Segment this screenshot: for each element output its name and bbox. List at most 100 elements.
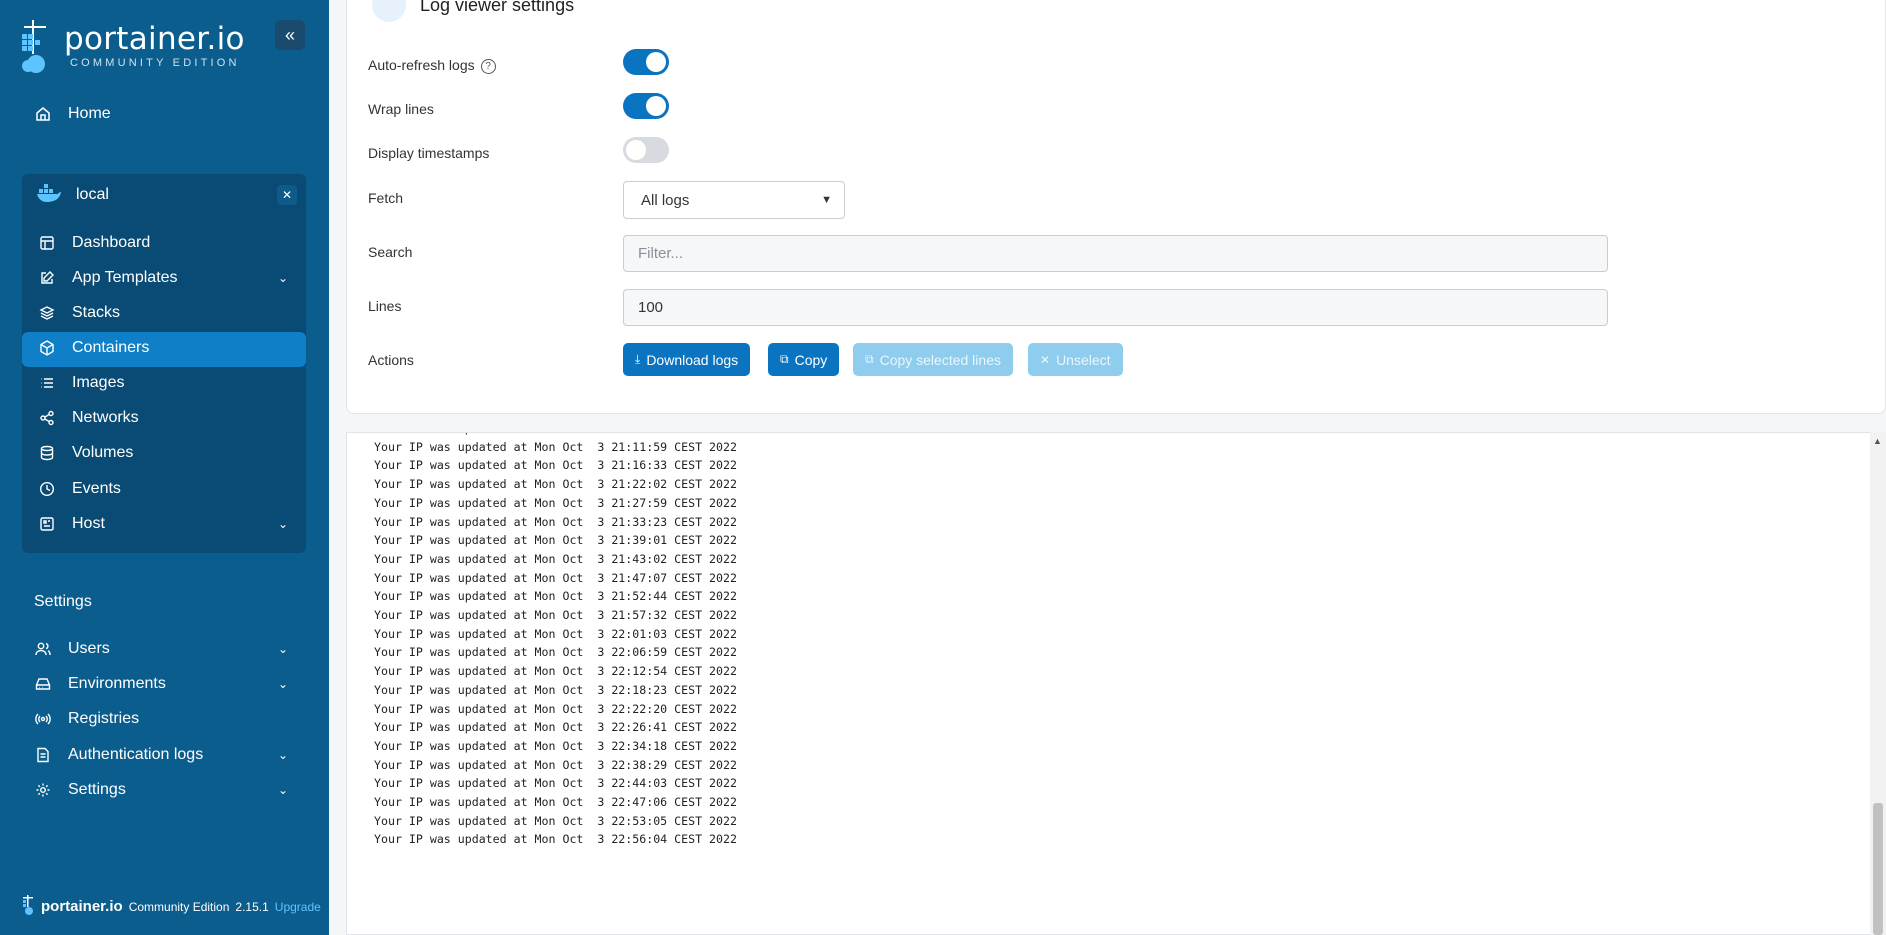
collapse-sidebar-button[interactable]: « (275, 20, 305, 50)
lines-input[interactable]: 100 (623, 289, 1608, 326)
download-icon: ⤓ (635, 352, 641, 366)
sidebar-item-label: App Templates (72, 269, 178, 286)
sidebar-item-home[interactable]: Home (34, 105, 111, 123)
share-icon (38, 409, 56, 427)
log-output[interactable]: Your IP was updated at Mon Oct 3 21:06:4… (346, 432, 1886, 935)
hdd-icon (34, 675, 52, 693)
lines-label: Lines (368, 298, 402, 314)
chevron-down-icon[interactable]: ⌄ (278, 677, 288, 691)
sidebar: portainer.io COMMUNITY EDITION « Home lo… (0, 0, 329, 935)
footer-brand: portainer.io (41, 898, 123, 915)
sidebar-item-app-templates[interactable]: App Templates (38, 269, 178, 287)
sidebar-item-images[interactable]: Images (38, 374, 124, 392)
sidebar-item-settings[interactable]: Settings (34, 781, 126, 799)
fetch-label: Fetch (368, 190, 404, 206)
copy-icon: ⧉ (865, 352, 874, 366)
home-icon (34, 105, 52, 123)
sidebar-item-label: Containers (72, 339, 150, 356)
log-line[interactable]: Your IP was updated at Mon Oct 3 22:56:0… (374, 830, 737, 849)
chevron-down-icon[interactable]: ⌄ (278, 783, 288, 797)
log-line[interactable]: Your IP was updated at Mon Oct 3 21:11:5… (374, 438, 737, 457)
toggle-knob (646, 96, 666, 116)
copy-button[interactable]: ⧉ Copy (768, 343, 840, 376)
sidebar-item-volumes[interactable]: Volumes (38, 444, 133, 462)
sidebar-item-registries[interactable]: Registries (34, 710, 139, 728)
log-line[interactable]: Your IP was updated at Mon Oct 3 22:01:0… (374, 625, 737, 644)
log-line[interactable]: Your IP was updated at Mon Oct 3 22:53:0… (374, 812, 737, 831)
log-line[interactable]: Your IP was updated at Mon Oct 3 21:06:4… (374, 433, 737, 438)
users-icon (34, 640, 52, 658)
copy-label: Copy (794, 351, 828, 368)
settings-section-title: Settings (34, 593, 92, 610)
log-line[interactable]: Your IP was updated at Mon Oct 3 21:47:0… (374, 569, 737, 588)
close-environment-button[interactable]: ✕ (277, 185, 297, 205)
portainer-small-logo-icon (22, 895, 36, 918)
sidebar-item-users[interactable]: Users (34, 640, 110, 658)
log-line[interactable]: Your IP was updated at Mon Oct 3 22:18:2… (374, 681, 737, 700)
log-line[interactable]: Your IP was updated at Mon Oct 3 21:57:3… (374, 606, 737, 625)
chevron-down-icon[interactable]: ⌄ (278, 642, 288, 656)
chevron-down-icon[interactable]: ⌄ (278, 271, 288, 285)
copy-icon: ⧉ (780, 352, 789, 366)
scroll-up-icon[interactable]: ▲ (1873, 436, 1882, 446)
log-line[interactable]: Your IP was updated at Mon Oct 3 21:39:0… (374, 531, 737, 550)
server-icon (38, 515, 56, 533)
sidebar-item-dashboard[interactable]: Dashboard (38, 234, 150, 252)
sidebar-item-label: Host (72, 515, 105, 532)
chevron-down-icon[interactable]: ⌄ (278, 748, 288, 762)
log-line[interactable]: Your IP was updated at Mon Oct 3 21:22:0… (374, 475, 737, 494)
log-line[interactable]: Your IP was updated at Mon Oct 3 22:47:0… (374, 793, 737, 812)
toggle-knob (646, 52, 666, 72)
scrollbar-thumb[interactable] (1873, 803, 1883, 935)
log-line[interactable]: Your IP was updated at Mon Oct 3 21:43:0… (374, 550, 737, 569)
footer-edition: Community Edition (128, 899, 230, 914)
lines-value: 100 (638, 299, 664, 316)
wrap-lines-toggle[interactable] (623, 93, 669, 119)
search-input[interactable]: Filter... (623, 235, 1608, 272)
unselect-button[interactable]: ✕ Unselect (1028, 343, 1123, 376)
environment-header: local (22, 174, 306, 216)
sidebar-item-label: Dashboard (72, 234, 151, 251)
sidebar-item-label: Authentication logs (68, 746, 204, 763)
chevron-down-icon[interactable]: ⌄ (278, 517, 288, 531)
sidebar-item-stacks[interactable]: Stacks (38, 304, 120, 322)
help-icon[interactable]: ? (480, 58, 496, 74)
sidebar-item-label: Settings (68, 781, 126, 798)
log-line[interactable]: Your IP was updated at Mon Oct 3 22:44:0… (374, 774, 737, 793)
sidebar-item-authentication-logs[interactable]: Authentication logs (34, 746, 203, 764)
fetch-select[interactable]: All logs ▼ (623, 181, 845, 219)
log-line[interactable]: Your IP was updated at Mon Oct 3 22:26:4… (374, 718, 737, 737)
log-line[interactable]: Your IP was updated at Mon Oct 3 22:12:5… (374, 662, 737, 681)
docker-icon (36, 183, 62, 208)
settings-icon (372, 0, 406, 22)
log-line[interactable]: Your IP was updated at Mon Oct 3 21:16:3… (374, 456, 737, 475)
copy-selected-lines-button[interactable]: ⧉ Copy selected lines (853, 343, 1013, 376)
sidebar-item-host[interactable]: Host (38, 515, 105, 533)
sidebar-item-label: Events (72, 480, 121, 497)
toggle-knob (626, 140, 646, 160)
sidebar-item-networks[interactable]: Networks (38, 409, 139, 427)
portainer-logo[interactable]: portainer.io COMMUNITY EDITION (20, 20, 245, 73)
auto-refresh-label-text: Auto-refresh logs (368, 57, 475, 73)
sidebar-item-environments[interactable]: Environments (34, 675, 166, 693)
log-line[interactable]: Your IP was updated at Mon Oct 3 21:33:2… (374, 513, 737, 532)
sidebar-item-label: Home (68, 105, 111, 122)
log-line[interactable]: Your IP was updated at Mon Oct 3 22:22:2… (374, 700, 737, 719)
log-line[interactable]: Your IP was updated at Mon Oct 3 22:34:1… (374, 737, 737, 756)
download-logs-button[interactable]: ⤓ Download logs (623, 343, 751, 376)
download-logs-label: Download logs (646, 351, 739, 368)
log-line[interactable]: Your IP was updated at Mon Oct 3 22:38:2… (374, 756, 737, 775)
sidebar-item-events[interactable]: Events (38, 480, 121, 498)
sidebar-item-containers[interactable]: Containers (38, 339, 149, 357)
sidebar-item-label: Registries (68, 710, 140, 727)
log-line[interactable]: Your IP was updated at Mon Oct 3 21:27:5… (374, 494, 737, 513)
log-lines: Your IP was updated at Mon Oct 3 21:06:4… (374, 433, 737, 849)
log-line[interactable]: Your IP was updated at Mon Oct 3 21:52:4… (374, 587, 737, 606)
portainer-logo-icon (20, 20, 54, 73)
auto-refresh-toggle[interactable] (623, 49, 669, 75)
upgrade-link[interactable]: Upgrade (275, 900, 321, 914)
clock-icon (38, 480, 56, 498)
log-line[interactable]: Your IP was updated at Mon Oct 3 22:06:5… (374, 643, 737, 662)
sidebar-item-label: Volumes (72, 444, 134, 461)
display-timestamps-toggle[interactable] (623, 137, 669, 163)
